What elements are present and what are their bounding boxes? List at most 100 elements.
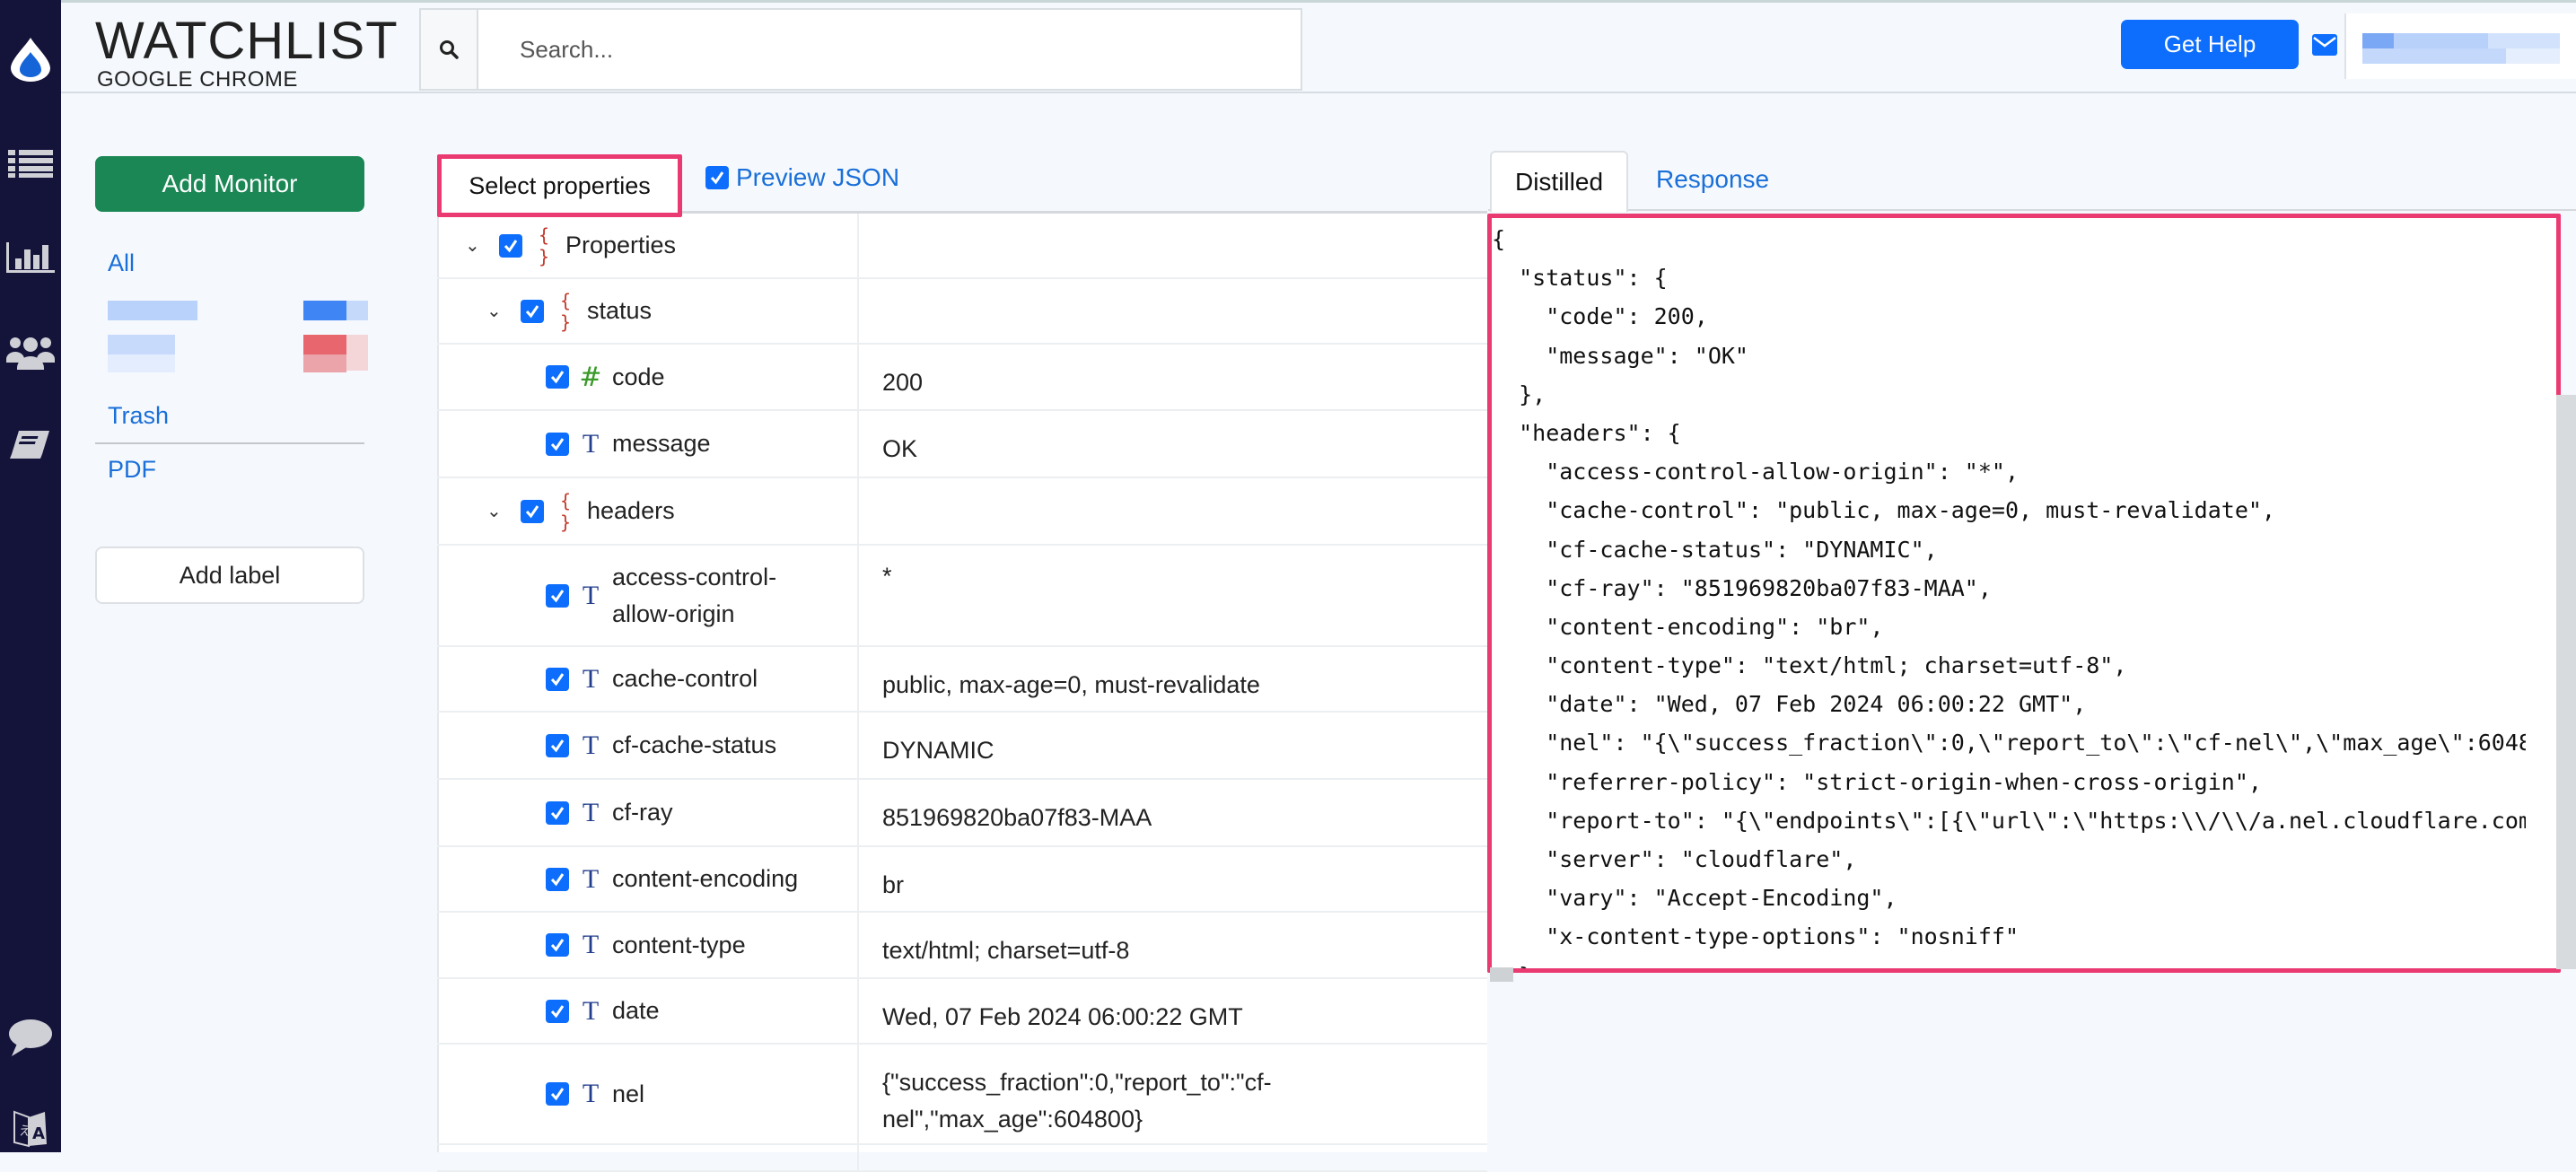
property-value: public, max-age=0, must-revalidate <box>882 671 1260 698</box>
json-line: "x-content-type-options": "nosniff" <box>1492 923 2019 950</box>
json-preview-lines: { "status": { "code": 200, "message": "O… <box>1492 220 2526 968</box>
property-value: OK <box>882 435 918 462</box>
json-line: "report-to": "{\"endpoints\":[{\"url\":\… <box>1492 807 2526 834</box>
property-name-cell: Tcontent-type <box>437 913 859 977</box>
type-string-icon: T <box>582 663 600 694</box>
property-checkbox[interactable] <box>546 999 569 1023</box>
property-checkbox[interactable] <box>521 499 544 523</box>
nav-divider <box>95 442 364 444</box>
chevron-down-icon[interactable]: ⌄ <box>486 300 502 322</box>
json-preview[interactable]: { "status": { "code": 200, "message": "O… <box>1487 214 2561 973</box>
json-preview-horizontal-scrollbar[interactable] <box>1490 967 1513 982</box>
property-checkbox[interactable] <box>546 583 569 608</box>
json-line: "nel": "{\"success_fraction\":0,\"report… <box>1492 730 2526 757</box>
get-help-button[interactable]: Get Help <box>2121 20 2299 69</box>
type-string-icon: T <box>582 428 600 459</box>
property-name: cache-control <box>612 665 758 692</box>
tab-response[interactable]: Response <box>1656 165 1769 194</box>
mail-icon[interactable] <box>2312 34 2337 60</box>
property-value: 200 <box>882 369 924 396</box>
nav-link-pdf[interactable]: PDF <box>108 456 156 484</box>
property-name-cell: Tcf-cache-status <box>437 713 859 778</box>
property-name: message <box>612 430 711 457</box>
property-checkbox[interactable] <box>521 299 544 323</box>
property-row: # code 200 <box>437 345 1487 411</box>
analytics-chart-icon[interactable] <box>0 238 61 277</box>
nav-link-all[interactable]: All <box>108 249 135 277</box>
chevron-down-icon[interactable]: ⌄ <box>465 234 480 257</box>
book-docs-icon[interactable] <box>0 424 61 465</box>
json-line: "content-type": "text/html; charset=utf-… <box>1492 652 2127 679</box>
preview-json-label: Preview JSON <box>736 163 900 191</box>
app-title: WATCHLIST <box>95 12 399 70</box>
property-value: {"success_fraction":0,"report_to":"cf-ne… <box>882 1069 1272 1133</box>
property-name: content-type <box>612 931 746 958</box>
type-string-icon: T <box>582 863 600 894</box>
property-checkbox[interactable] <box>546 933 569 957</box>
property-value: 851969820ba07f83-MAA <box>882 804 1152 831</box>
search-input[interactable] <box>478 10 1301 89</box>
json-line: "status": { <box>1492 265 1668 292</box>
property-checkbox[interactable] <box>546 667 569 691</box>
top-border <box>61 0 2576 3</box>
nav-link-trash[interactable]: Trash <box>108 402 169 430</box>
type-string-icon: T <box>582 730 600 760</box>
property-name-cell: Tcontent-encoding <box>437 847 859 911</box>
svg-text:え: え <box>19 1124 31 1139</box>
property-name-cell: Tnel <box>437 1045 859 1143</box>
type-string-icon: T <box>582 580 600 610</box>
tab-select-properties[interactable]: Select properties <box>437 154 682 217</box>
preview-json-checkbox[interactable] <box>705 166 729 189</box>
property-name-cell <box>437 1145 859 1170</box>
property-checkbox[interactable] <box>546 867 569 891</box>
property-name: cf-ray <box>612 799 673 826</box>
property-name-cell: Tcf-ray <box>437 780 859 845</box>
json-line: "vary": "Accept-Encoding", <box>1492 885 1897 912</box>
property-value: text/html; charset=utf-8 <box>882 937 1130 964</box>
json-line: }, <box>1492 380 1546 407</box>
list-icon[interactable] <box>0 146 61 182</box>
search-bar <box>419 8 1302 91</box>
json-line: "code": 200, <box>1492 303 1708 330</box>
json-line: "headers": { <box>1492 419 1681 446</box>
json-preview-vertical-scrollbar[interactable] <box>2556 395 2576 969</box>
add-label-button[interactable]: Add label <box>95 547 364 604</box>
property-name: cf-cache-status <box>612 731 777 758</box>
logo-drop-icon[interactable] <box>0 32 61 86</box>
app-sidebar: えA <box>0 0 61 1152</box>
property-checkbox[interactable] <box>546 800 569 825</box>
property-row: Tcontent-encoding br <box>437 847 1487 913</box>
property-name-cell: ⌄ { } Properties <box>437 214 859 277</box>
property-name: access-control-allow-origin <box>612 563 777 627</box>
chat-bubble-icon[interactable] <box>0 1018 61 1059</box>
property-checkbox[interactable] <box>546 733 569 757</box>
property-row: Tdate Wed, 07 Feb 2024 06:00:22 GMT <box>437 979 1487 1045</box>
type-object-icon: { } <box>538 223 550 267</box>
json-line: "date": "Wed, 07 Feb 2024 06:00:22 GMT", <box>1492 691 2087 718</box>
add-monitor-button[interactable]: Add Monitor <box>95 156 364 212</box>
property-row <box>437 1145 1487 1172</box>
property-checkbox[interactable] <box>546 365 569 389</box>
preview-json-toggle[interactable]: Preview JSON <box>705 163 899 192</box>
svg-text:A: A <box>32 1124 45 1143</box>
property-name-cell: Taccess-control-allow-origin <box>437 546 859 645</box>
property-name-cell: Tcache-control <box>437 647 859 711</box>
property-value: DYNAMIC <box>882 737 994 764</box>
type-object-icon: { } <box>559 489 572 533</box>
translate-language-icon[interactable]: えA <box>0 1107 61 1152</box>
chevron-down-icon[interactable]: ⌄ <box>486 500 502 522</box>
property-name-cell: ⌄ { } headers <box>437 478 859 544</box>
header-divider <box>61 92 2576 93</box>
property-checkbox[interactable] <box>546 1082 569 1106</box>
property-checkbox[interactable] <box>546 432 569 456</box>
property-name-cell: # code <box>437 345 859 409</box>
tab-distilled[interactable]: Distilled <box>1490 151 1628 212</box>
team-users-icon[interactable] <box>0 332 61 373</box>
user-account-menu[interactable] <box>2344 13 2576 79</box>
property-name: content-encoding <box>612 865 799 892</box>
search-icon[interactable] <box>421 10 478 89</box>
property-row: Tcf-ray 851969820ba07f83-MAA <box>437 780 1487 847</box>
json-line: "server": "cloudflare", <box>1492 846 1857 872</box>
property-checkbox[interactable] <box>499 233 522 258</box>
json-line: "access-control-allow-origin": "*", <box>1492 459 2019 485</box>
